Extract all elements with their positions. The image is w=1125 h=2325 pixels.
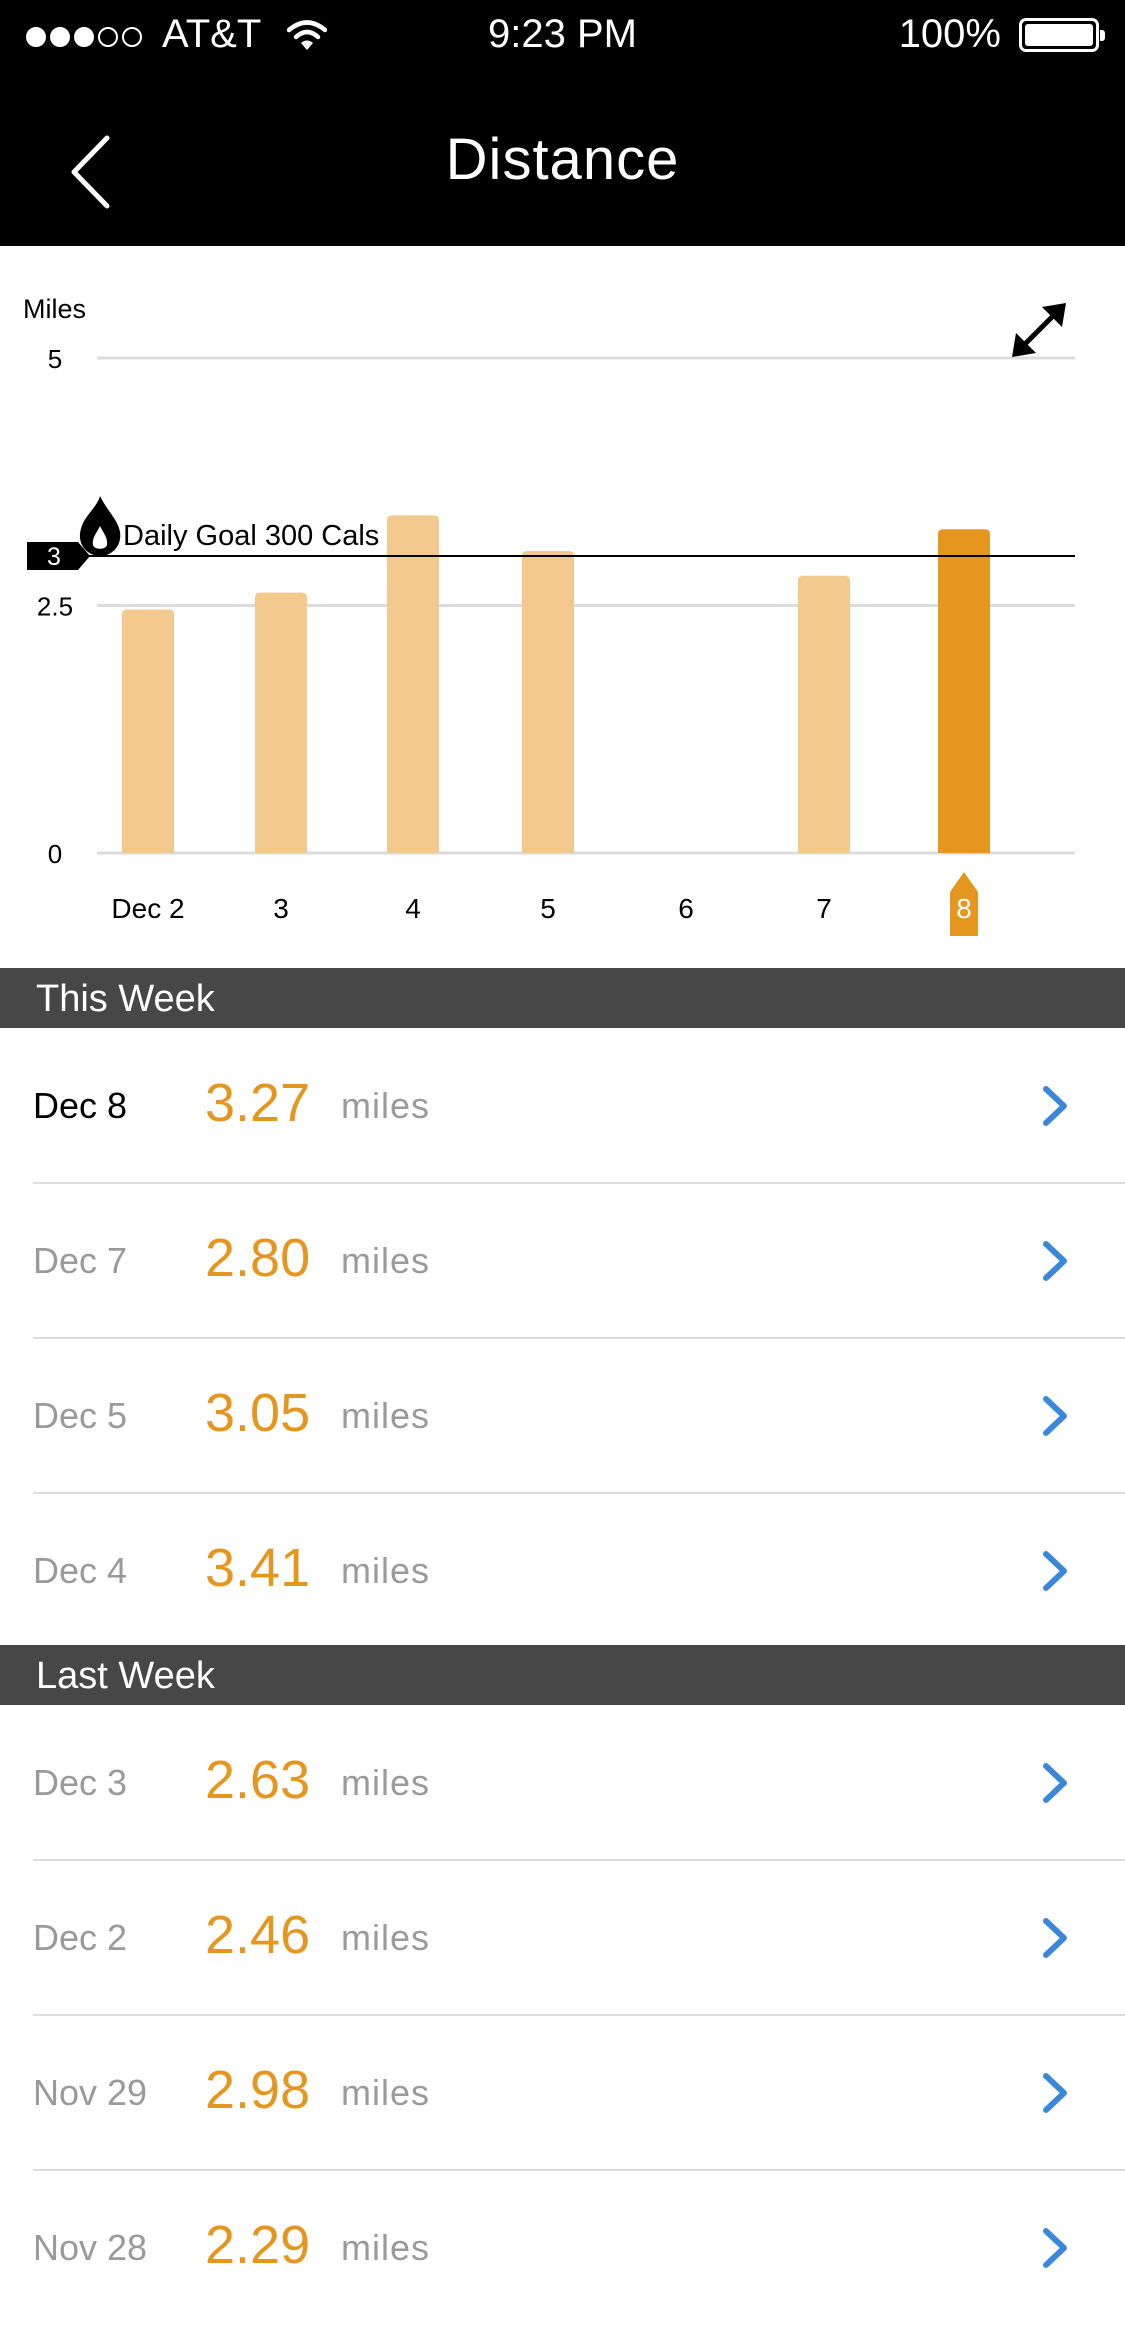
list-item[interactable]: Nov 29 2.98 miles	[0, 2015, 1125, 2170]
list-item-date: Dec 8	[33, 1085, 128, 1126]
list-item-unit: miles	[341, 1762, 431, 1803]
list-item[interactable]: Dec 4 3.41 miles	[0, 1493, 1125, 1648]
status-bar: AT&T 9:23 PM 100%	[0, 0, 1125, 70]
chevron-right-icon[interactable]	[1040, 1549, 1070, 1593]
list-item-distance: 2.29	[205, 2215, 311, 2275]
list-item-date: Nov 29	[33, 2072, 148, 2113]
list-item-distance: 2.98	[205, 2060, 311, 2120]
chevron-right-icon[interactable]	[1040, 1084, 1070, 1128]
y-axis-title: Miles	[23, 294, 86, 324]
chevron-right-icon[interactable]	[1040, 1916, 1070, 1960]
chart-bar	[387, 515, 439, 853]
expand-arrows-icon[interactable]	[1012, 303, 1066, 357]
y-tick-label: 5	[48, 344, 62, 374]
chevron-right-icon[interactable]	[1040, 1761, 1070, 1805]
list-item-date: Dec 3	[33, 1762, 128, 1803]
x-tick-label: 3	[273, 893, 289, 924]
x-tick-label: 6	[678, 893, 694, 924]
navigation-bar: Distance	[0, 70, 1125, 246]
chevron-right-icon[interactable]	[1040, 2071, 1070, 2115]
chart-bar	[122, 609, 174, 853]
section-header: Last Week	[0, 1645, 1125, 1705]
x-tick-label: Dec 2	[111, 893, 184, 924]
list-item-unit: miles	[341, 1085, 431, 1126]
chevron-right-icon[interactable]	[1040, 1394, 1070, 1438]
list-item-unit: miles	[341, 1240, 431, 1281]
list-item-unit: miles	[341, 1395, 431, 1436]
list-item-date: Dec 7	[33, 1240, 128, 1281]
list-item-date: Dec 2	[33, 1917, 128, 1958]
x-tick-label: 7	[816, 893, 832, 924]
list-item-distance: 2.46	[205, 1905, 311, 1965]
chart-bar	[522, 551, 574, 853]
chart-bar-selected	[938, 529, 990, 853]
goal-label: Daily Goal 300 Cals	[123, 520, 379, 552]
list-item-distance: 2.80	[205, 1228, 311, 1288]
chevron-right-icon[interactable]	[1040, 1239, 1070, 1283]
chart-bar	[255, 592, 307, 853]
goal-tag-value: 3	[47, 543, 61, 571]
list-item-distance: 3.41	[205, 1538, 311, 1598]
battery-percent: 100%	[898, 12, 1001, 56]
list-item[interactable]: Dec 3 2.63 miles	[0, 1705, 1125, 1860]
list-item-distance: 3.27	[205, 1073, 311, 1133]
x-tick-label: 5	[540, 893, 556, 924]
battery-icon	[1019, 17, 1105, 52]
list-item-distance: 2.63	[205, 1750, 311, 1810]
list-item-unit: miles	[341, 1550, 431, 1591]
y-tick-label: 2.5	[37, 592, 73, 622]
list-item-date: Dec 5	[33, 1395, 128, 1436]
status-right: 100%	[898, 12, 1105, 57]
list-item-unit: miles	[341, 2227, 431, 2268]
distance-chart: Miles 5 2.5 0 3 Daily Goal 300 Cals Dec 2 3 4 5 6 7…	[0, 246, 1125, 969]
list-item[interactable]: Dec 7 2.80 miles	[0, 1183, 1125, 1338]
page-title: Distance	[445, 127, 680, 192]
list-item[interactable]: Nov 28 2.29 miles	[0, 2170, 1125, 2325]
chart-bar	[798, 575, 850, 853]
list-item[interactable]: Dec 2 2.46 miles	[0, 1860, 1125, 2015]
list-item-date: Nov 28	[33, 2227, 148, 2268]
list-item[interactable]: Dec 8 3.27 miles	[0, 1028, 1125, 1183]
y-tick-label: 0	[48, 839, 62, 869]
x-tick-label: 4	[405, 893, 421, 924]
chart-canvas: Miles 5 2.5 0 3 Daily Goal 300 Cals Dec 2 3 4 5 6 7…	[23, 294, 1075, 936]
chevron-right-icon[interactable]	[1040, 2226, 1070, 2270]
list-item-date: Dec 4	[33, 1550, 128, 1591]
x-tick-label-selected: 8	[956, 893, 972, 924]
list-item-unit: miles	[341, 1917, 431, 1958]
list-item-unit: miles	[341, 2072, 431, 2113]
list-item[interactable]: Dec 5 3.05 miles	[0, 1338, 1125, 1493]
section-header: This Week	[0, 968, 1125, 1028]
list-item-distance: 3.05	[205, 1383, 311, 1443]
